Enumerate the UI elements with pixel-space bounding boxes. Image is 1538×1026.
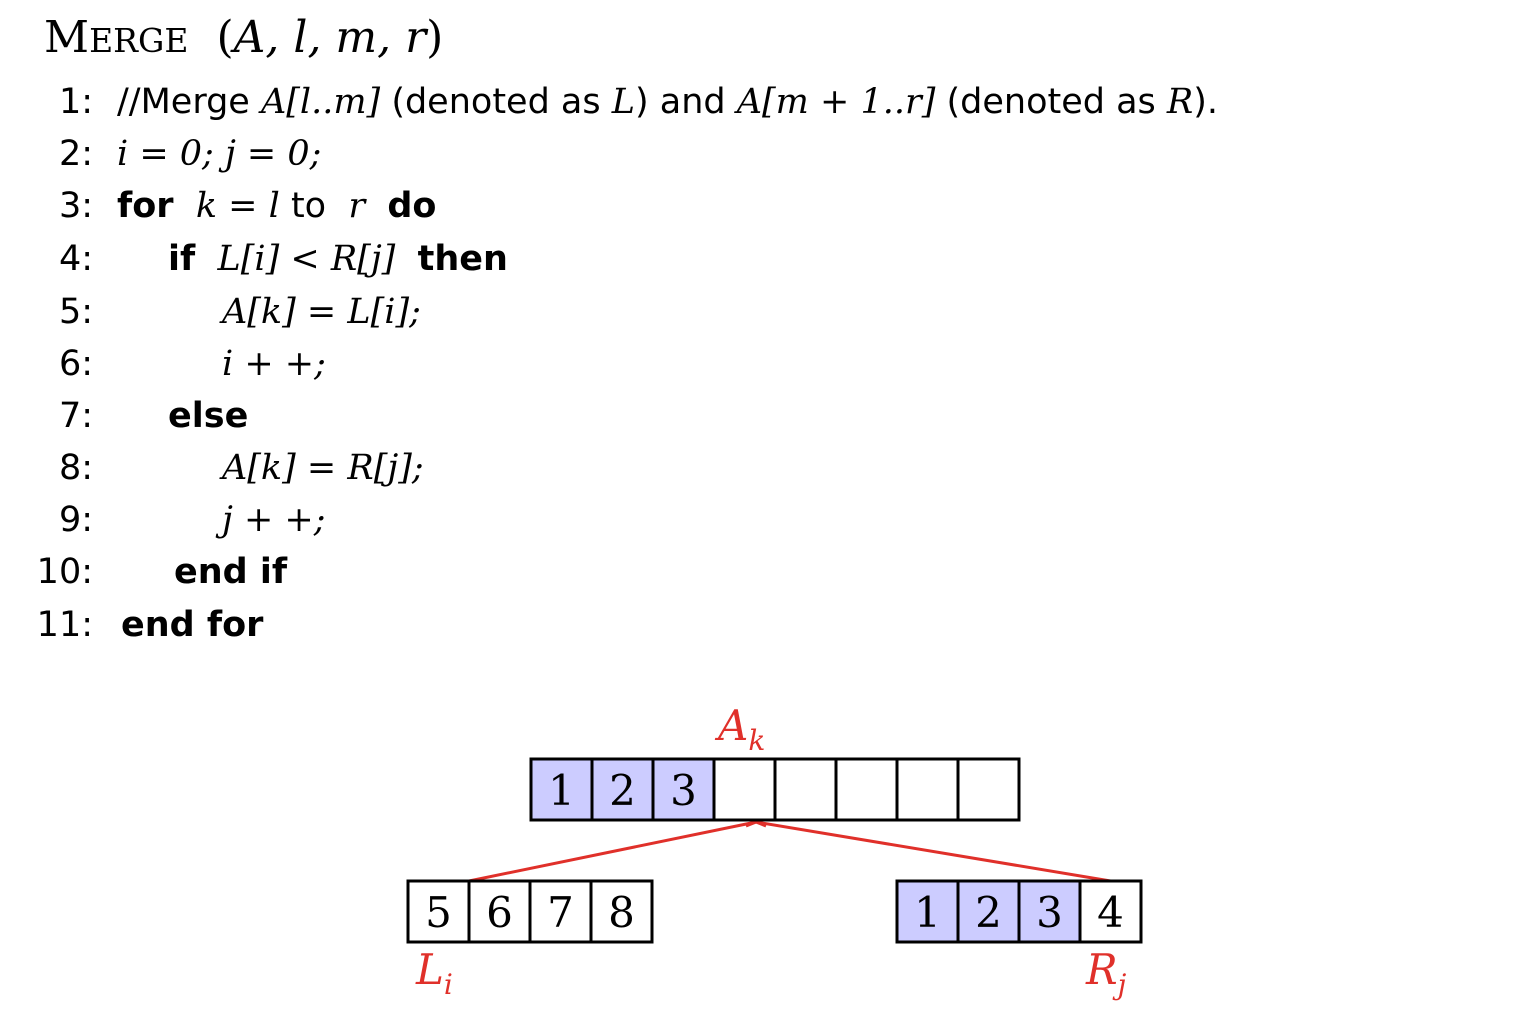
pointer-line-right bbox=[755, 820, 1111, 883]
pointer-line-left bbox=[468, 820, 757, 883]
array-L: 5678 bbox=[406, 879, 654, 944]
label-l-i: Li bbox=[415, 945, 453, 1001]
array-a-cell-value: 1 bbox=[548, 766, 575, 815]
array-l-cell-value: 8 bbox=[608, 888, 635, 937]
array-l-cell-value: 5 bbox=[425, 888, 452, 937]
array-a-cell bbox=[773, 757, 838, 822]
pointer-labels: Ak Li Rj bbox=[415, 701, 1127, 1001]
array-a-cell bbox=[834, 757, 899, 822]
array-r-cell-value: 4 bbox=[1097, 888, 1124, 937]
array-R: 1234 bbox=[895, 879, 1143, 944]
array-r-cell-value: 2 bbox=[975, 888, 1002, 937]
array-a-cell bbox=[712, 757, 777, 822]
array-A: 123 bbox=[529, 757, 1021, 822]
pointer-lines bbox=[468, 816, 1111, 883]
label-r-j: Rj bbox=[1085, 945, 1127, 1001]
array-l-cell-value: 6 bbox=[486, 888, 513, 937]
array-a-cell-value: 2 bbox=[609, 766, 636, 815]
array-a-cell bbox=[956, 757, 1021, 822]
array-a-cell bbox=[895, 757, 960, 822]
array-r-cell-value: 3 bbox=[1036, 888, 1063, 937]
array-l-cell-value: 7 bbox=[547, 888, 574, 937]
label-a-k: Ak bbox=[714, 701, 765, 757]
array-a-cell-value: 3 bbox=[670, 766, 697, 815]
array-r-cell-value: 1 bbox=[914, 888, 941, 937]
merge-diagram: 123 5678 1234 AkLi Rj bbox=[406, 701, 1143, 1001]
